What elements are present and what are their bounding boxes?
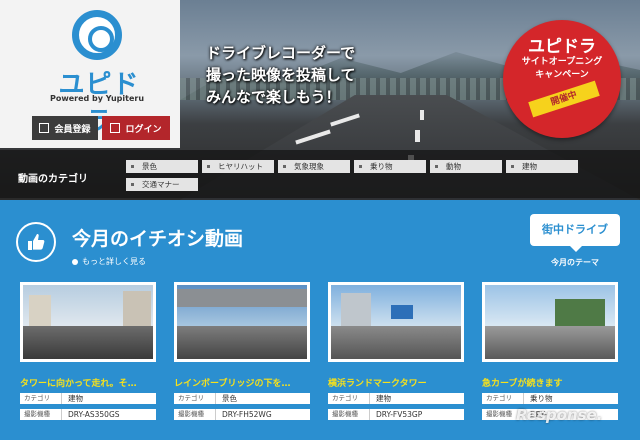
meta-key: カテゴリ [328, 393, 370, 404]
logo-tagline: Powered by Yupiteru [49, 94, 145, 103]
campaign-title: ユピドラ [528, 37, 596, 57]
hero-tagline-line: 撮った映像を投稿して [206, 66, 356, 84]
category-chip[interactable]: 動物 [430, 160, 502, 173]
meta-key: カテゴリ [20, 393, 62, 404]
member-register-button[interactable]: 会員登録 [32, 116, 98, 140]
hero-banner: ユピドラ Powered by Yupiteru 会員登録 ログイン ドライブレ… [0, 0, 640, 200]
meta-key: 撮影機種 [328, 409, 370, 420]
video-title[interactable]: 横浜ランドマークタワー [328, 376, 468, 389]
category-chip[interactable]: 建物 [506, 160, 578, 173]
more-link-label: もっと詳しく見る [82, 257, 146, 266]
theme-button[interactable]: 街中ドライブ [530, 214, 620, 252]
video-title[interactable]: レインボーブリッジの下を… [174, 376, 314, 389]
hero-lane-mark [420, 110, 424, 120]
category-chip[interactable]: ヒヤリハット [202, 160, 274, 173]
video-device: 撮影機種 DRY-FV53GP [328, 408, 464, 421]
meta-value: 建物 [62, 393, 156, 404]
video-thumbnail[interactable] [482, 282, 618, 362]
watermark: Response. [516, 406, 603, 424]
campaign-ribbon: 開催中 [528, 80, 600, 118]
hero-tagline: ドライブレコーダーで 撮った映像を投稿して みんなで楽しもう！ [206, 42, 356, 108]
hero-tagline-line: ドライブレコーダーで [206, 44, 356, 62]
meta-value: 乗り物 [524, 393, 618, 404]
video-category: カテゴリ 景色 [174, 392, 310, 405]
meta-value: 建物 [370, 393, 464, 404]
meta-key: カテゴリ [174, 393, 216, 404]
video-device: 撮影機種 DRY-AS350GS [20, 408, 156, 421]
category-label: 動画のカテゴリ [18, 174, 88, 185]
book-icon [39, 123, 50, 133]
campaign-badge[interactable]: ユピドラ サイトオープニング キャンペーン 開催中 [503, 20, 621, 138]
meta-key: 撮影機種 [174, 409, 216, 420]
video-category: カテゴリ 乗り物 [482, 392, 618, 405]
video-device: 撮影機種 DRY-FH52WG [174, 408, 310, 421]
theme-label: 今月のテーマ [551, 258, 599, 267]
login-icon [110, 123, 121, 133]
video-title[interactable]: タワーに向かって走れ。そ… [20, 376, 160, 389]
member-register-label: 会員登録 [54, 124, 91, 135]
video-category: カテゴリ 建物 [328, 392, 464, 405]
meta-value: DRY-FH52WG [216, 409, 310, 420]
meta-key: カテゴリ [482, 393, 524, 404]
more-link[interactable]: もっと詳しく見る [72, 256, 146, 267]
hero-lane-mark [415, 130, 420, 142]
login-button[interactable]: ログイン [102, 116, 170, 140]
meta-value: 景色 [216, 393, 310, 404]
meta-value: DRY-AS350GS [62, 409, 156, 420]
category-chip[interactable]: 気象現象 [278, 160, 350, 173]
featured-title: 今月のイチオシ動画 [72, 228, 244, 250]
category-bar: 動画のカテゴリ 景色 ヒヤリハット 気象現象 乗り物 動物 建物 交通マナー [0, 150, 640, 198]
video-title[interactable]: 急カーブが続きます [482, 376, 622, 389]
video-thumbnail[interactable] [174, 282, 310, 362]
campaign-subtitle-line: キャンペーン [535, 70, 589, 80]
thumbs-up-icon [16, 222, 56, 262]
meta-value: DRY-FV53GP [370, 409, 464, 420]
video-thumbnail[interactable] [328, 282, 464, 362]
arrow-circle-icon [72, 258, 78, 265]
campaign-subtitle-line: サイトオープニング [521, 57, 603, 67]
category-chip[interactable]: 乗り物 [354, 160, 426, 173]
logo-icon[interactable] [72, 10, 122, 60]
category-chip[interactable]: 景色 [126, 160, 198, 173]
meta-key: 撮影機種 [20, 409, 62, 420]
login-label: ログイン [125, 124, 162, 135]
category-chip[interactable]: 交通マナー [126, 178, 198, 191]
video-category: カテゴリ 建物 [20, 392, 156, 405]
campaign-subtitle: サイトオープニング キャンペーン [503, 56, 621, 82]
video-thumbnail[interactable] [20, 282, 156, 362]
hero-tagline-line: みんなで楽しもう！ [206, 88, 341, 106]
